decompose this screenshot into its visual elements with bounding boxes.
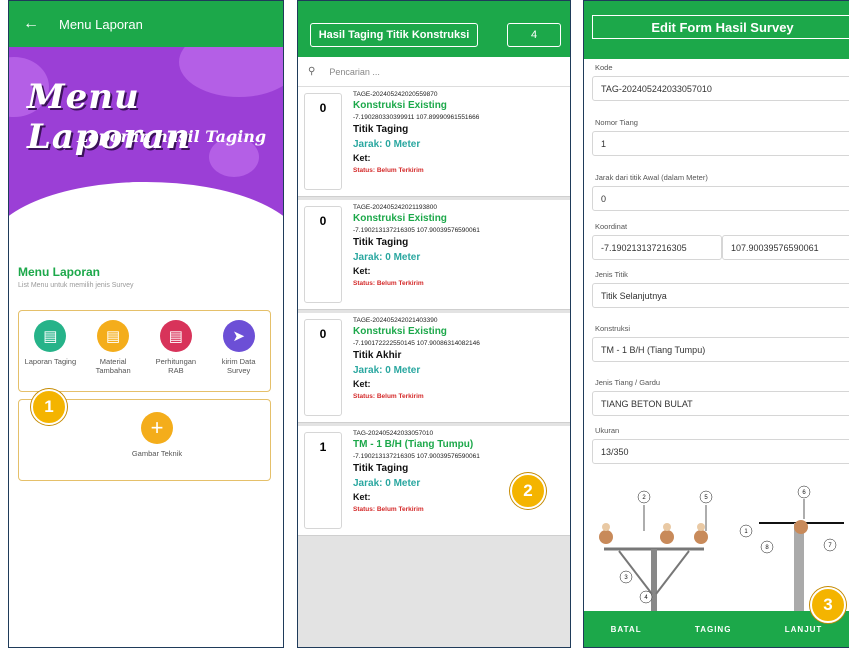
- list-item[interactable]: 0 TAGE-202405242021403390 Konstruksi Exi…: [298, 313, 570, 423]
- jenis-titik-label: Jenis Titik: [595, 270, 628, 279]
- longitude-field[interactable]: 107.90039576590061: [722, 235, 849, 260]
- lanjut-button[interactable]: LANJUT: [785, 625, 823, 634]
- menu-item-label: Perhitungan RAB: [155, 357, 197, 375]
- header: Hasil Taging Titik Konstruksi 4: [298, 1, 570, 57]
- item-status: Status: Belum Terkirim: [353, 279, 424, 287]
- menu-laporan-screen: ← Menu Laporan Menu Laporan Laporan hasi…: [8, 0, 284, 648]
- list-icon: ▤: [159, 320, 192, 352]
- app-bar-title: Menu Laporan: [59, 16, 143, 32]
- step-badge-3: 3: [810, 587, 846, 623]
- konstruksi-label: Konstruksi: [595, 324, 631, 333]
- item-ket: Ket:: [353, 266, 371, 277]
- pole-diagram: 2 5 1 3 4 6 8 7: [599, 485, 844, 613]
- item-number: 0: [304, 93, 342, 190]
- item-code: TAG-202405242033057010: [353, 430, 434, 437]
- item-jarak: Jarak: 0 Meter: [353, 138, 421, 150]
- kode-label: Kode: [595, 63, 613, 72]
- list-icon: ▤: [34, 320, 67, 352]
- item-jenis: Konstruksi Existing: [353, 100, 447, 112]
- tiang-label: Nomor Tiang: [595, 118, 638, 127]
- item-jenis: Konstruksi Existing: [353, 213, 447, 225]
- item-titik: Titik Akhir: [353, 350, 402, 362]
- action-bar: BATAL TAGING LANJUT: [584, 611, 849, 647]
- latitude-field[interactable]: -7.190213137216305: [592, 235, 722, 260]
- page-title: Hasil Taging Titik Konstruksi: [310, 23, 478, 47]
- menu-item-kirim-data[interactable]: ➤ kirim Data Survey: [211, 320, 267, 391]
- list-icon: ▤: [97, 320, 130, 352]
- item-code: TAGE-202405242021193800: [353, 204, 437, 211]
- menu-grid: ▤ Laporan Taging ▤ Material Tambahan ▤ P…: [18, 310, 271, 392]
- menu-item-material-tambahan[interactable]: ▤ Material Tambahan: [85, 320, 141, 391]
- header: Edit Form Hasil Survey: [584, 1, 849, 59]
- item-coordinate: -7.190172222550145 107.90086314082146: [353, 339, 480, 347]
- menu-item-gambar-teknik[interactable]: + Gambar Teknik: [129, 412, 185, 458]
- list-item[interactable]: 0 TAGE-202405242020559870 Konstruksi Exi…: [298, 87, 570, 197]
- menu-item-label: Gambar Teknik: [131, 449, 183, 458]
- jarak-field[interactable]: 0: [592, 186, 849, 211]
- search-input[interactable]: Pencarian ...: [329, 67, 380, 77]
- item-jenis: TM - 1 B/H (Tiang Tumpu): [353, 439, 474, 451]
- edit-form-screen: Edit Form Hasil Survey Kode TAG-20240524…: [583, 0, 849, 648]
- kode-field[interactable]: TAG-202405242033057010: [592, 76, 849, 101]
- batal-button[interactable]: BATAL: [611, 625, 642, 634]
- jarak-label: Jarak dari titik Awal (dalam Meter): [595, 173, 708, 182]
- nomor-tiang-field[interactable]: 1: [592, 131, 849, 156]
- menu-item-laporan-taging[interactable]: ▤ Laporan Taging: [22, 320, 78, 391]
- search-icon: ⚲: [308, 66, 316, 77]
- item-coordinate: -7.190213137216305 107.90039576590061: [353, 452, 480, 460]
- list-item[interactable]: 0 TAGE-202405242021193800 Konstruksi Exi…: [298, 200, 570, 310]
- item-status: Status: Belum Terkirim: [353, 166, 424, 174]
- item-coordinate: -7.190213137216305 107.90039576590061: [353, 226, 480, 234]
- ukuran-label: Ukuran: [595, 426, 620, 435]
- hasil-taging-screen: Hasil Taging Titik Konstruksi 4 ⚲ Pencar…: [297, 0, 571, 648]
- item-status: Status: Belum Terkirim: [353, 392, 424, 400]
- send-icon: ➤: [222, 320, 255, 352]
- count-badge: 4: [507, 23, 561, 47]
- app-bar: ← Menu Laporan: [9, 1, 283, 47]
- page-title: Edit Form Hasil Survey: [592, 15, 849, 39]
- menu-title: Menu Laporan: [18, 265, 101, 279]
- item-jenis: Konstruksi Existing: [353, 326, 447, 338]
- banner: Menu Laporan Laporan hasil Taging: [9, 47, 283, 252]
- back-arrow-icon[interactable]: ←: [23, 15, 39, 33]
- item-jarak: Jarak: 0 Meter: [353, 364, 421, 376]
- plus-circle-icon: +: [141, 412, 173, 444]
- menu-item-perhitungan-rab[interactable]: ▤ Perhitungan RAB: [148, 320, 204, 391]
- item-number: 0: [304, 206, 342, 303]
- step-badge-1: 1: [31, 389, 67, 425]
- menu-card: Menu Laporan List Menu untuk memilih jen…: [9, 253, 283, 647]
- banner-subtitle: Laporan hasil Taging: [77, 127, 267, 146]
- item-number: 0: [304, 319, 342, 416]
- item-code: TAGE-202405242021403390: [353, 317, 438, 324]
- jenis-tiang-select[interactable]: TIANG BETON BULAT: [592, 391, 849, 416]
- search-bar[interactable]: ⚲ Pencarian ...: [298, 57, 570, 87]
- step-badge-2: 2: [510, 473, 546, 509]
- ukuran-select[interactable]: 13/350: [592, 439, 849, 464]
- taging-button[interactable]: TAGING: [695, 625, 732, 634]
- item-ket: Ket:: [353, 379, 371, 390]
- jenis-tiang-label: Jenis Tiang / Gardu: [595, 378, 661, 387]
- item-coordinate: -7.190280330399911 107.89990961551666: [353, 113, 480, 121]
- item-number: 1: [304, 432, 342, 529]
- item-jarak: Jarak: 0 Meter: [353, 251, 421, 263]
- menu-subtitle: List Menu untuk memilih jenis Survey: [18, 282, 134, 289]
- item-titik: Titik Taging: [353, 124, 409, 136]
- item-titik: Titik Taging: [353, 237, 409, 249]
- menu-item-label: Laporan Taging: [24, 357, 77, 366]
- item-code: TAGE-202405242020559870: [353, 91, 438, 98]
- konstruksi-select[interactable]: TM - 1 B/H (Tiang Tumpu): [592, 337, 849, 362]
- menu-item-label: Material Tambahan: [95, 357, 131, 375]
- koordinat-label: Koordinat: [595, 222, 628, 231]
- jenis-titik-select[interactable]: Titik Selanjutnya: [592, 283, 849, 308]
- item-ket: Ket:: [353, 153, 371, 164]
- menu-item-label: kirim Data Survey: [221, 357, 256, 375]
